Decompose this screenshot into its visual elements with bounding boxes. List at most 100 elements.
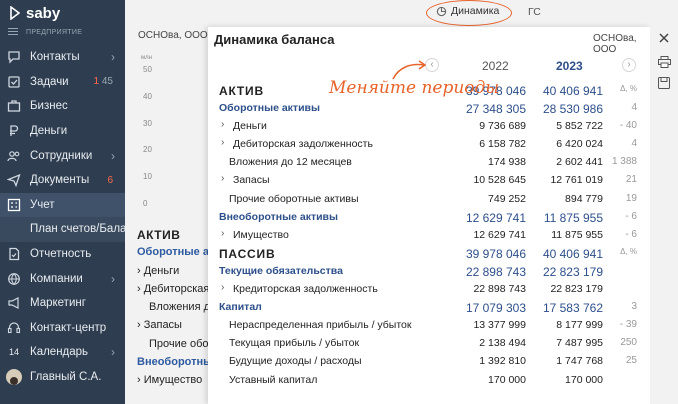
row-label: Нераспределенная прибыль / убыток [229,319,412,332]
counter-badge: 1 45 [93,76,113,88]
group-row[interactable]: Текущие обязательства 22 898 743 22 823 17… [208,262,650,280]
business-icon [6,98,22,114]
group-row[interactable]: Оборотные активы 27 348 305 28 530 986 4 [208,99,650,117]
chevron-right-icon[interactable]: › [111,272,115,286]
sidebar-item-8[interactable]: Отчетность [0,242,125,267]
delta-value: - 40 [619,120,637,132]
chevron-right-icon[interactable]: › [111,149,115,163]
report-icon [6,246,22,262]
sidebar-item-7[interactable]: План счетов/Бала [0,217,125,242]
table-row[interactable]: › Кредиторская задолженность 22 898 743 22 … [208,280,650,298]
value-2022: 1 392 810 [479,355,526,368]
print-button[interactable] [657,55,671,69]
sidebar-item-label: Отчетность [30,248,92,261]
value-2023: 22 823 179 [542,264,603,279]
group-row[interactable]: Капитал 17 079 303 17 583 762 3 [208,298,650,316]
table-row[interactable]: › Запасы 10 528 645 12 761 019 21 [208,171,650,189]
value-2022: 13 377 999 [473,319,526,332]
value-2022: 17 079 303 [465,301,526,316]
sidebar: saby ПРЕДПРИЯТИЕ Контакты › Задачи 1 45 Бизн… [0,0,125,404]
sidebar-item-label: Задачи [30,75,69,88]
group-row[interactable]: Внеоборотные активы 12 629 741 11 875 955 -… [208,208,650,226]
menu-icon[interactable] [8,28,18,35]
bg-chart-tick: 10 [143,172,152,182]
row-label: Дебиторская задолженность [233,138,373,151]
chevron-right-icon[interactable]: › [111,345,115,359]
value-2023: 17 583 762 [542,301,603,316]
expand-chevron-icon[interactable]: › [221,228,224,239]
save-button[interactable] [657,76,671,90]
expand-chevron-icon[interactable]: › [221,119,224,130]
org-caption-text: ПРЕДПРИЯТИЕ [26,29,83,36]
value-2023: 22 823 179 [550,283,603,296]
globe-icon [6,271,22,287]
sidebar-item-3[interactable]: Деньги [0,119,125,144]
row-label: Оборотные активы [219,102,320,115]
close-button[interactable] [657,31,671,45]
saby-logo[interactable]: saby [10,5,60,22]
panel-org-name[interactable]: ОСНОва, ООО [593,33,650,55]
sidebar-item-0[interactable]: Контакты › [0,45,125,70]
value-2022: 2 138 494 [479,337,526,350]
bg-chart-tick: 20 [143,145,152,155]
sidebar-item-13[interactable]: Главный С.А. [0,365,125,390]
value-2022: 12 629 741 [473,228,526,241]
value-2022: 6 158 782 [479,138,526,151]
value-2023: 12 761 019 [550,174,603,187]
panel-title: Динамика баланса [214,32,335,47]
saby-logo-icon [10,6,20,20]
top-extra-button[interactable]: ГС [528,6,541,18]
counter-badge: 6 [107,174,113,186]
delta-value: 25 [625,355,637,367]
sidebar-item-12[interactable]: 14 Календарь › [0,340,125,365]
megaphone-icon [6,295,22,311]
row-label: Вложения до 12 месяцев [229,156,352,169]
sidebar-item-2[interactable]: Бизнес [0,94,125,119]
delta-value: 19 [625,192,637,204]
expand-chevron-icon[interactable]: › [221,173,224,184]
sidebar-item-label: Учет [30,198,55,211]
sidebar-item-label: Сотрудники [30,149,93,162]
chat-icon [6,49,22,65]
sidebar-item-6[interactable]: Учет [0,192,125,218]
sidebar-item-label: Контакты [30,51,80,64]
year-2023[interactable]: 2023 [556,59,583,73]
sidebar-item-label: Деньги [30,125,68,138]
headset-icon [6,320,22,336]
sidebar-item-4[interactable]: Сотрудники › [0,143,125,168]
row-label: Текущие обязательства [219,264,343,277]
value-2022: 12 629 741 [465,210,526,225]
brand-name: saby [26,5,61,22]
row-label: ПАССИВ [219,246,276,261]
dynamics-table: АКТИВ 39 978 046 40 406 941 Δ, % Оборотные а… [208,81,650,389]
value-2022: 9 736 689 [479,120,526,133]
sidebar-item-11[interactable]: Контакт-центр [0,316,125,341]
sidebar-item-1[interactable]: Задачи 1 45 [0,70,125,95]
table-row[interactable]: › Деньги 9 736 689 5 852 722 - 40 [208,117,650,135]
value-2023: 5 852 722 [556,120,603,133]
next-period-button[interactable]: › [622,58,636,72]
bg-chart-tick: 40 [143,91,152,101]
table-row[interactable]: › Имущество 12 629 741 11 875 955 - 6 [208,226,650,244]
row-label: Деньги [233,120,267,133]
delta-value: 3 [631,301,637,313]
bg-org-name[interactable]: ОСНОва, ООО [138,30,208,41]
chevron-right-icon[interactable]: › [111,50,115,64]
expand-chevron-icon[interactable]: › [221,282,224,293]
year-2022[interactable]: 2022 [482,59,509,73]
sidebar-item-5[interactable]: Документы 6 [0,168,125,193]
row-label: Кредиторская задолженность [233,283,378,296]
delta-value: 21 [625,174,637,186]
sidebar-item-9[interactable]: Компании › [0,266,125,291]
sidebar-item-label: Документы [30,174,90,187]
expand-chevron-icon[interactable]: › [221,137,224,148]
value-2023: 7 487 995 [556,337,603,350]
value-2022: 22 898 743 [473,283,526,296]
dinamika-button[interactable]: Динамика [426,0,512,26]
row-label: Имущество [233,228,289,241]
org-caption[interactable]: ПРЕДПРИЯТИЕ [8,28,82,36]
table-row[interactable]: › Дебиторская задолженность 6 158 782 6 420… [208,135,650,153]
sidebar-item-10[interactable]: Маркетинг [0,291,125,316]
calendar-icon: 14 [8,347,19,358]
row-label: Внеоборотные активы [219,210,338,223]
